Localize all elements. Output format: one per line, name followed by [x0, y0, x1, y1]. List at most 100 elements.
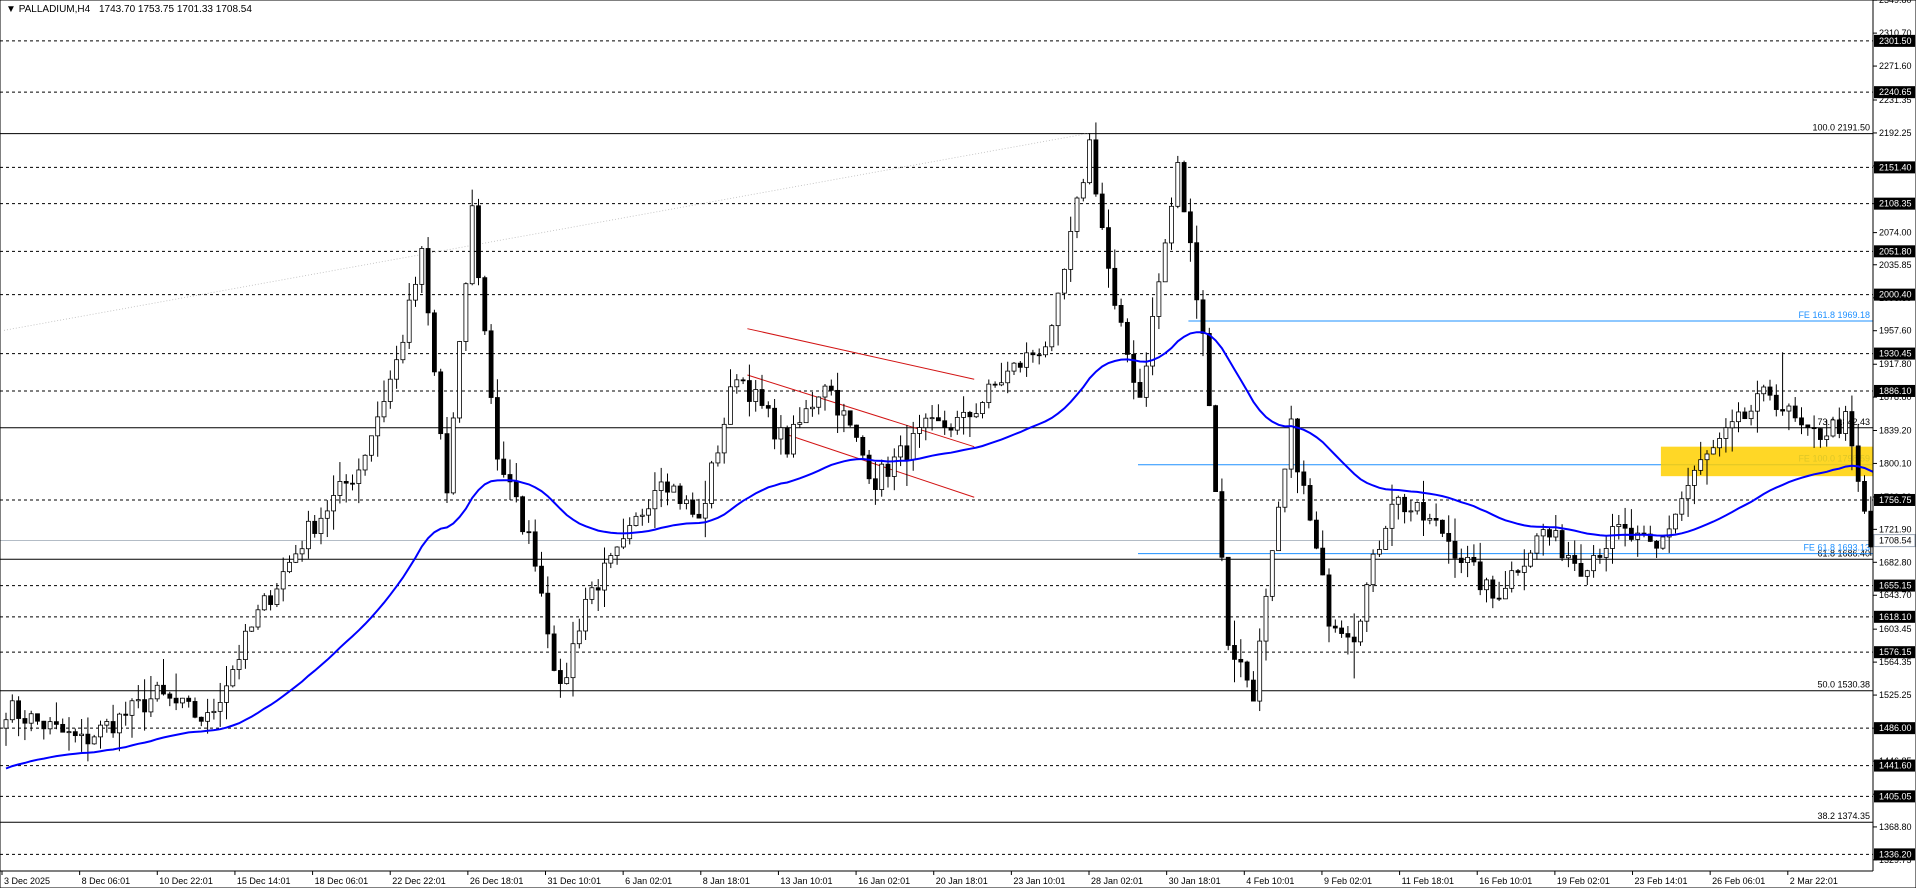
candle-body [621, 538, 626, 548]
candle-body [98, 724, 103, 738]
candle-body [394, 359, 400, 380]
candle-body [1717, 438, 1722, 449]
candle-body [1824, 435, 1830, 440]
candle-body [1736, 411, 1741, 423]
price-axis-tick-label: 1839.20 [1879, 425, 1912, 435]
candle-body [734, 379, 740, 388]
candle-body [999, 382, 1004, 386]
time-axis-tick-label: 31 Dec 10:01 [548, 876, 602, 886]
dropdown-triangle-icon[interactable]: ▼ [6, 4, 16, 15]
candle-body [1509, 570, 1515, 589]
candle-body [879, 463, 885, 490]
candle-body [450, 417, 456, 494]
candle-body [608, 555, 614, 564]
price-axis-tick-label: 1917.80 [1879, 359, 1912, 369]
candle-body [1692, 469, 1697, 486]
candle-body [1125, 321, 1130, 355]
candle-body [1654, 540, 1659, 549]
level-price-tag-label: 2051.80 [1879, 246, 1912, 256]
candle-body [1137, 382, 1143, 398]
candle-body [469, 205, 475, 285]
candle-body [1043, 346, 1048, 356]
candle-body [1377, 549, 1382, 555]
candle-body [740, 379, 746, 382]
candle-body [431, 312, 437, 373]
candle-body [784, 427, 790, 455]
candle-body [249, 626, 255, 632]
candle-body [425, 248, 431, 314]
current-price-tag-label: 1708.54 [1879, 536, 1912, 546]
candle-body [135, 699, 141, 702]
candle-body [1024, 352, 1029, 368]
time-axis-tick-label: 6 Jan 02:01 [625, 876, 672, 886]
candle-body [1679, 498, 1685, 515]
candle-body [318, 517, 324, 534]
time-axis-tick-label: 20 Jan 18:01 [936, 876, 988, 886]
candle-body [1729, 421, 1735, 429]
candle-body [1811, 427, 1817, 430]
candle-body [255, 609, 261, 628]
candle-body [1301, 471, 1307, 486]
candle-body [280, 571, 286, 590]
candle-body [595, 587, 601, 591]
candle-body [205, 712, 211, 722]
candle-body [482, 277, 488, 332]
candle-body [677, 485, 683, 504]
candle-body [47, 721, 53, 730]
ohlc-values: 1743.70 1753.75 1701.33 1708.54 [98, 4, 252, 15]
candle-body [1251, 679, 1256, 702]
candle-body [1799, 417, 1804, 426]
candle-body [961, 411, 966, 418]
candle-body [457, 341, 463, 419]
time-axis-tick-label: 16 Jan 02:01 [858, 876, 910, 886]
candle-body [350, 482, 355, 485]
candle-body [728, 386, 733, 425]
candle-body [1515, 570, 1521, 573]
candle-body [444, 433, 450, 494]
time-axis-tick-label: 2 Mar 22:01 [1790, 876, 1838, 886]
candle-body [413, 283, 418, 301]
candle-body [513, 481, 519, 498]
candle-body [261, 595, 267, 611]
candle-body [1521, 565, 1527, 573]
candle-body [1118, 305, 1124, 323]
candle-body [684, 499, 689, 504]
candle-body [1559, 530, 1565, 559]
price-chart[interactable]: 100.0 2191.5073.6 1842.4361.8 1686.4050.… [0, 0, 1916, 888]
candle-body [154, 684, 160, 700]
fibonacci-expansion-label: FE 61.8 1693.13 [1803, 543, 1870, 553]
candle-body [406, 299, 412, 343]
price-axis-tick-label: 1721.90 [1879, 524, 1912, 534]
candle-body [1830, 419, 1836, 437]
candle-body [986, 383, 992, 403]
time-axis-tick-label: 10 Dec 22:01 [159, 876, 213, 886]
candle-body [602, 562, 607, 591]
candle-body [3, 719, 9, 729]
fibonacci-level-label: 38.2 1374.35 [1817, 811, 1870, 821]
candle-body [85, 733, 91, 745]
candle-body [1553, 530, 1559, 538]
candle-body [778, 427, 784, 440]
candle-body [810, 406, 815, 410]
candle-body [1276, 506, 1281, 552]
candle-body [898, 445, 903, 458]
candle-body [1358, 620, 1363, 643]
candle-body [1395, 496, 1401, 505]
candle-body [702, 503, 708, 519]
time-axis-tick-label: 28 Jan 02:01 [1091, 876, 1143, 886]
candle-body [129, 700, 135, 716]
candle-body [1314, 519, 1319, 549]
candle-body [797, 422, 803, 425]
candle-body [520, 496, 525, 533]
candle-body [1408, 510, 1414, 513]
candle-body [1257, 640, 1263, 702]
candle-body [110, 721, 116, 734]
level-price-tag-label: 1405.05 [1879, 791, 1912, 801]
candle-body [211, 710, 217, 714]
candle-body [904, 445, 910, 461]
candle-body [66, 731, 72, 734]
candle-body [1351, 636, 1357, 643]
candle-body [948, 427, 954, 431]
candle-body [1660, 536, 1666, 549]
candle-body [639, 514, 645, 517]
